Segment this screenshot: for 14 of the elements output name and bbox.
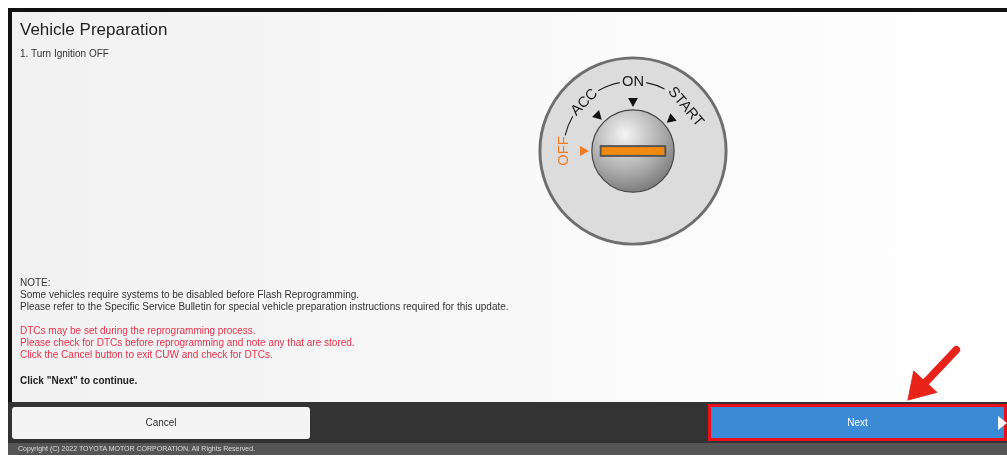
warning-text: Please check for DTCs before reprogramming and note any that are stored. — [20, 337, 356, 349]
page-title: Vehicle Preparation — [20, 20, 169, 40]
instruction-text: Click "Next" to continue. — [20, 375, 139, 386]
warning-text: Click the Cancel button to exit CUW and check for DTCs. — [20, 349, 274, 361]
cancel-button[interactable]: Cancel — [12, 406, 310, 439]
step-text: 1. Turn Ignition OFF — [20, 48, 110, 59]
note-text: Some vehicles require systems to be disabled before Flash Reprogramming. — [20, 289, 361, 301]
position-label: ON — [622, 73, 644, 90]
note-text: NOTE: — [20, 277, 52, 289]
warning-text: DTCs may be set during the reprogramming process. — [20, 325, 257, 337]
next-button[interactable]: Next — [708, 404, 1007, 441]
note-text: Please refer to the Specific Service Bulletin for special vehicle preparation instructions required for this update. — [20, 301, 510, 313]
play-triangle-icon — [998, 416, 1007, 430]
position-label: OFF — [555, 136, 572, 166]
